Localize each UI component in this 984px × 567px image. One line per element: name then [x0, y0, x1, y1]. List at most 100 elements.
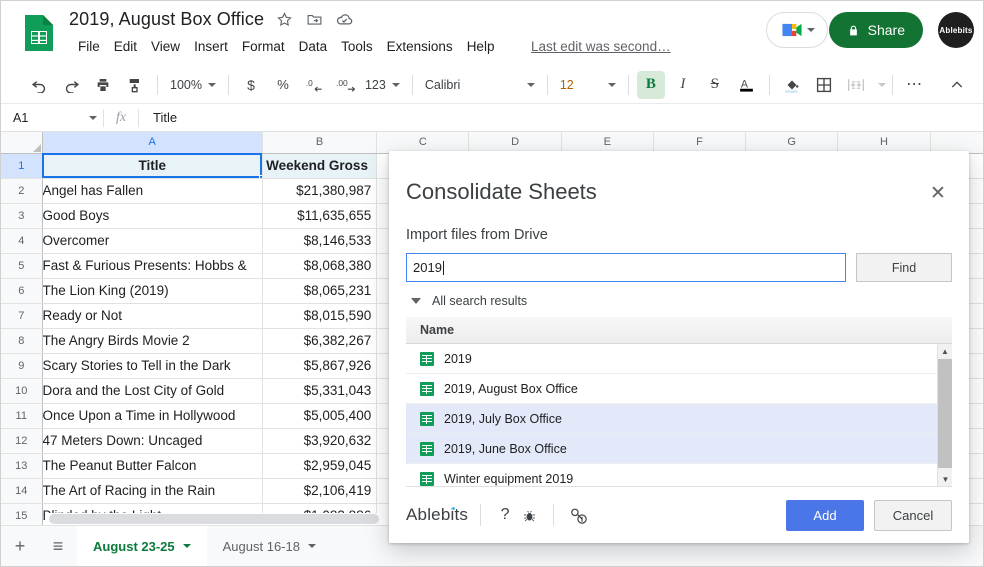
menu-format[interactable]: Format — [235, 37, 292, 56]
meet-button[interactable] — [766, 12, 828, 48]
menu-edit[interactable]: Edit — [107, 37, 144, 56]
cell-a8[interactable]: The Angry Birds Movie 2 — [42, 328, 263, 354]
font-family-chevron-down-icon[interactable] — [526, 82, 535, 87]
page-title[interactable]: 2019, August Box Office — [69, 9, 264, 30]
percent-icon[interactable]: % — [269, 71, 297, 99]
menu-data[interactable]: Data — [292, 37, 335, 56]
row-header-3[interactable]: 3 — [1, 203, 43, 229]
cell-b5[interactable]: $8,068,380 — [262, 253, 378, 279]
name-box[interactable]: A1 — [7, 107, 103, 129]
cell-a7[interactable]: Ready or Not — [42, 303, 263, 329]
text-color-icon[interactable]: A — [733, 71, 761, 99]
avatar[interactable]: Ablebits — [938, 12, 974, 48]
formula-input[interactable]: Title — [139, 107, 983, 129]
row-header-13[interactable]: 13 — [1, 453, 43, 479]
share-button[interactable]: Share — [828, 12, 923, 48]
column-header-f[interactable]: F — [653, 132, 747, 154]
cell-a11[interactable]: Once Upon a Time in Hollywood — [42, 403, 263, 429]
cell-b11[interactable]: $5,005,400 — [262, 403, 378, 429]
scroll-up-arrow-icon[interactable]: ▲ — [938, 344, 952, 359]
row-header-10[interactable]: 10 — [1, 378, 43, 404]
increase-decimal-icon[interactable]: .00 — [333, 71, 361, 99]
cell-a12[interactable]: 47 Meters Down: Uncaged — [42, 428, 263, 454]
menu-help[interactable]: Help — [460, 37, 502, 56]
question-mark-icon[interactable]: ? — [493, 503, 517, 527]
star-icon[interactable] — [274, 10, 294, 30]
last-edit-status[interactable]: Last edit was second… — [531, 39, 671, 54]
select-all-corner[interactable] — [1, 132, 43, 154]
close-icon[interactable]: ✕ — [927, 183, 949, 205]
font-size-chevron-down-icon[interactable] — [607, 82, 616, 87]
key-info-icon[interactable] — [566, 503, 590, 527]
number-format-chevron-down-icon[interactable] — [391, 82, 400, 87]
cell-a2[interactable]: Angel has Fallen — [42, 178, 263, 204]
merge-cells-icon[interactable] — [842, 71, 870, 99]
cell-a10[interactable]: Dora and the Lost City of Gold — [42, 378, 263, 404]
list-item[interactable]: 2019, July Box Office — [406, 404, 952, 434]
column-header-g[interactable]: G — [745, 132, 839, 154]
undo-icon[interactable] — [25, 71, 53, 99]
add-button[interactable]: Add — [786, 499, 864, 531]
cell-a3[interactable]: Good Boys — [42, 203, 263, 229]
search-input[interactable]: 2019 — [406, 253, 846, 282]
cell-b12[interactable]: $3,920,632 — [262, 428, 378, 454]
font-family-control[interactable]: Calibri — [419, 72, 541, 98]
paint-format-icon[interactable] — [121, 71, 149, 99]
horizontal-scrollbar-thumb[interactable] — [49, 514, 379, 524]
all-search-results-toggle[interactable]: All search results — [411, 294, 527, 308]
move-to-folder-icon[interactable] — [304, 10, 324, 30]
cell-b3[interactable]: $11,635,655 — [262, 203, 378, 229]
zoom-control[interactable]: 100% — [164, 72, 222, 98]
cell-b6[interactable]: $8,065,231 — [262, 278, 378, 304]
cell-a6[interactable]: The Lion King (2019) — [42, 278, 263, 304]
column-header-i[interactable] — [930, 132, 983, 154]
list-item[interactable]: 2019 — [406, 344, 952, 374]
all-sheets-button[interactable]: ≡ — [39, 526, 77, 566]
menu-insert[interactable]: Insert — [187, 37, 235, 56]
row-header-15[interactable]: 15 — [1, 503, 43, 525]
menu-file[interactable]: File — [71, 37, 107, 56]
cell-b7[interactable]: $8,015,590 — [262, 303, 378, 329]
cell-b9[interactable]: $5,867,926 — [262, 353, 378, 379]
menu-view[interactable]: View — [144, 37, 187, 56]
list-item[interactable]: 2019, August Box Office — [406, 374, 952, 404]
column-header-e[interactable]: E — [561, 132, 654, 154]
row-header-11[interactable]: 11 — [1, 403, 43, 429]
scroll-down-arrow-icon[interactable]: ▼ — [938, 472, 952, 486]
print-icon[interactable] — [89, 71, 117, 99]
list-item[interactable]: Winter equipment 2019 — [406, 464, 952, 486]
cancel-button[interactable]: Cancel — [874, 499, 952, 531]
strikethrough-icon[interactable]: S — [701, 71, 729, 99]
cell-b4[interactable]: $8,146,533 — [262, 228, 378, 254]
row-header-4[interactable]: 4 — [1, 228, 43, 254]
cell-b8[interactable]: $6,382,267 — [262, 328, 378, 354]
cloud-saved-icon[interactable] — [334, 10, 354, 30]
scrollbar-thumb[interactable] — [938, 359, 952, 468]
cell-b14[interactable]: $2,106,419 — [262, 478, 378, 504]
column-header-b[interactable]: B — [262, 132, 378, 154]
sheet-tab-chevron-down-icon[interactable] — [182, 544, 191, 548]
column-header-h[interactable]: H — [837, 132, 931, 154]
row-header-9[interactable]: 9 — [1, 353, 43, 379]
row-header-1[interactable]: 1 — [1, 153, 43, 179]
menu-extensions[interactable]: Extensions — [380, 37, 460, 56]
results-vertical-scrollbar[interactable]: ▲ ▼ — [937, 344, 952, 486]
row-header-8[interactable]: 8 — [1, 328, 43, 354]
sheet-tab-chevron-down-icon[interactable] — [307, 544, 316, 548]
row-header-14[interactable]: 14 — [1, 478, 43, 504]
number-format-control[interactable]: 123 — [363, 72, 406, 98]
cell-b1[interactable]: Weekend Gross — [262, 153, 378, 179]
column-header-a[interactable]: A — [42, 132, 263, 154]
cell-a9[interactable]: Scary Stories to Tell in the Dark — [42, 353, 263, 379]
cell-a5[interactable]: Fast & Furious Presents: Hobbs & — [42, 253, 263, 279]
add-sheet-button[interactable]: + — [1, 526, 39, 566]
row-header-7[interactable]: 7 — [1, 303, 43, 329]
meet-chevron-down-icon[interactable] — [807, 28, 815, 32]
font-size-control[interactable]: 12 — [554, 72, 622, 98]
cell-a14[interactable]: The Art of Racing in the Rain — [42, 478, 263, 504]
row-header-6[interactable]: 6 — [1, 278, 43, 304]
redo-icon[interactable] — [57, 71, 85, 99]
cell-b10[interactable]: $5,331,043 — [262, 378, 378, 404]
fill-color-icon[interactable] — [778, 71, 806, 99]
zoom-chevron-down-icon[interactable] — [207, 82, 216, 87]
